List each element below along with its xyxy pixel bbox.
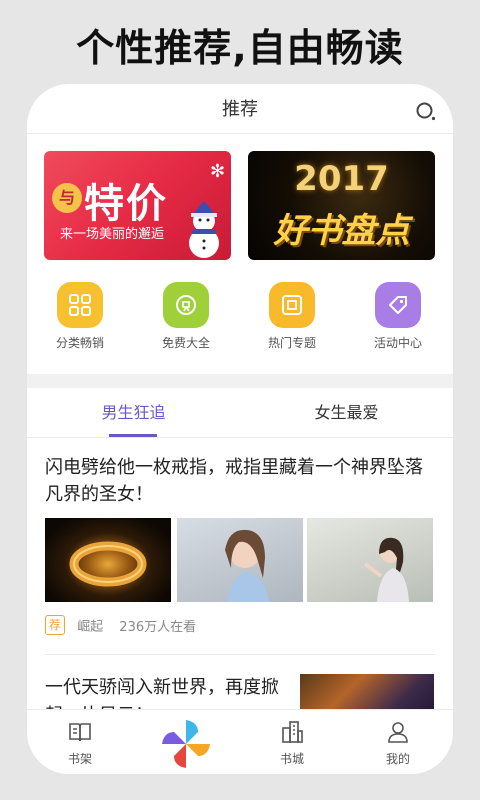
portrait-icon	[225, 529, 269, 602]
article-source: 崛起	[77, 619, 104, 635]
nav-bookshelf[interactable]: 书架	[40, 710, 120, 774]
category-label: 热门专题	[267, 336, 316, 350]
nav-label: 我的	[385, 752, 410, 766]
topic-icon	[269, 282, 315, 328]
section-gap	[27, 374, 453, 388]
bookstore-icon	[282, 721, 303, 743]
portrait-icon	[363, 537, 409, 602]
nav-label: 书架	[67, 752, 92, 766]
banner-special-offer[interactable]: 与 特价 来一场美丽的邂逅 ✻	[44, 151, 231, 260]
bottom-nav: 书架 书城 我的	[27, 709, 453, 774]
category-activity-center[interactable]: 活动中心	[358, 282, 438, 352]
category-label: 活动中心	[373, 336, 422, 350]
promo-headline: 个性推荐,自由畅读	[76, 26, 404, 70]
article-title[interactable]: 闪电劈给他一枚戒指，戒指里藏着一个神界坠落凡界的圣女！	[45, 454, 437, 508]
category-hot-topics[interactable]: 热门专题	[252, 282, 332, 352]
banner-title: 好书盘点	[273, 211, 410, 251]
banner-2017-books[interactable]: 2017 好书盘点	[248, 151, 435, 260]
banner-year: 2017	[294, 159, 389, 199]
article-image-girl-1[interactable]	[177, 518, 303, 602]
nav-profile[interactable]: 我的	[358, 710, 438, 774]
ring-icon	[69, 541, 147, 587]
grid-icon	[57, 282, 103, 328]
tab-label: 男生狂追	[101, 403, 166, 422]
tab-label: 女生最爱	[314, 403, 379, 422]
snowflake-icon: ✻	[210, 161, 226, 182]
article-meta: 荐 崛起 236万人在看	[45, 615, 196, 635]
tab-boys-favorites[interactable]: 男生狂追	[27, 388, 240, 438]
profile-icon	[388, 722, 408, 743]
category-label: 分类畅销	[55, 336, 104, 350]
banner-badge: 与	[52, 183, 82, 213]
search-icon[interactable]	[415, 101, 437, 123]
active-tab-indicator	[109, 434, 157, 437]
pinwheel-logo-icon[interactable]	[158, 716, 214, 772]
tag-icon	[375, 282, 421, 328]
top-bar: 推荐	[27, 84, 453, 134]
banner-headline: 特价	[84, 181, 168, 227]
snowman-icon	[189, 201, 219, 258]
gender-tabs: 男生狂追 女生最爱	[27, 388, 453, 438]
phone-screen: 推荐 与 特价 来一场美丽的邂逅 ✻ 2017 好书盘点 分类畅销 免费大全 热…	[27, 84, 453, 774]
recommend-badge: 荐	[45, 615, 65, 635]
category-bestsellers[interactable]: 分类畅销	[40, 282, 120, 352]
nav-bookstore[interactable]: 书城	[252, 710, 332, 774]
category-label: 免费大全	[161, 336, 210, 350]
banner-subtitle: 来一场美丽的邂逅	[60, 227, 165, 242]
article-image-ring[interactable]	[45, 518, 171, 602]
article-readers: 236万人在看	[119, 619, 197, 635]
nav-label: 书城	[279, 752, 304, 766]
article-image-girl-2[interactable]	[307, 518, 433, 602]
category-free[interactable]: 免费大全	[146, 282, 226, 352]
page-title: 推荐	[222, 99, 258, 120]
tab-girls-favorites[interactable]: 女生最爱	[240, 388, 453, 438]
free-icon	[163, 282, 209, 328]
bookshelf-icon	[69, 723, 91, 742]
divider	[45, 654, 435, 655]
